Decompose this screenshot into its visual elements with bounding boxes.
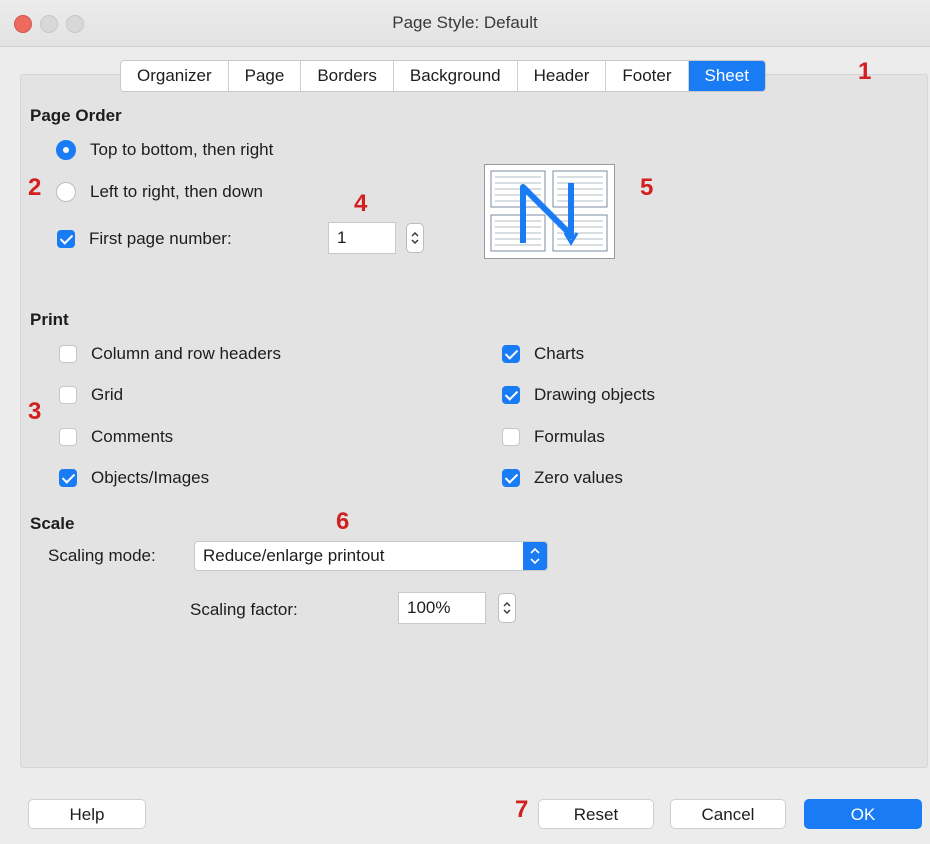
tab-sheet[interactable]: Sheet	[688, 61, 765, 91]
top-to-bottom-option[interactable]: Top to bottom, then right	[56, 138, 273, 162]
scaling-factor-stepper[interactable]	[498, 593, 516, 623]
annotation-3: 3	[28, 398, 42, 425]
first-page-number-stepper[interactable]	[406, 223, 424, 253]
drawing-objects-label: Drawing objects	[534, 385, 655, 404]
annotation-2: 2	[28, 174, 42, 201]
tab-footer[interactable]: Footer	[606, 61, 689, 91]
first-page-number-option[interactable]: First page number:	[57, 227, 232, 251]
first-page-number-field[interactable]: 1	[328, 222, 396, 254]
charts-checkbox[interactable]	[502, 345, 520, 363]
sheet-tab-panel	[20, 74, 928, 768]
select-arrows-icon	[523, 542, 547, 570]
scaling-factor-field[interactable]: 100%	[398, 592, 486, 624]
page-order-preview-image	[484, 164, 615, 259]
first-page-number-label: First page number:	[89, 229, 232, 248]
tab-header[interactable]: Header	[517, 61, 607, 91]
cancel-button[interactable]: Cancel	[670, 799, 786, 829]
objects-images-checkbox[interactable]	[59, 469, 77, 487]
zero-values-label: Zero values	[534, 468, 623, 487]
top-to-bottom-radio[interactable]	[56, 140, 76, 160]
annotation-5: 5	[640, 174, 654, 201]
drawing-objects-checkbox[interactable]	[502, 386, 520, 404]
print-heading: Print	[30, 310, 69, 329]
formulas-label: Formulas	[534, 427, 605, 446]
window-title: Page Style: Default	[392, 13, 538, 32]
print-drawing-objects-option[interactable]: Drawing objects	[502, 383, 655, 407]
scale-heading: Scale	[30, 514, 75, 533]
scaling-factor-label: Scaling factor:	[190, 600, 298, 619]
formulas-checkbox[interactable]	[502, 428, 520, 446]
stepper-arrows-icon	[503, 602, 511, 614]
column-row-headers-label: Column and row headers	[91, 344, 281, 363]
page-order-heading: Page Order	[30, 106, 122, 125]
annotation-7: 7	[515, 796, 529, 823]
charts-label: Charts	[534, 344, 585, 363]
scaling-mode-label: Scaling mode:	[48, 546, 156, 565]
objects-images-label: Objects/Images	[91, 468, 210, 487]
stepper-arrows-icon	[411, 232, 419, 244]
left-to-right-radio[interactable]	[56, 182, 76, 202]
print-formulas-option[interactable]: Formulas	[502, 425, 605, 449]
print-column-row-headers-option[interactable]: Column and row headers	[59, 342, 281, 366]
scaling-mode-value: Reduce/enlarge printout	[203, 546, 385, 565]
zero-values-checkbox[interactable]	[502, 469, 520, 487]
tab-background[interactable]: Background	[393, 61, 518, 91]
title-bar: Page Style: Default	[0, 0, 930, 47]
tab-bar: Organizer Page Borders Background Header…	[120, 60, 766, 92]
scaling-mode-select[interactable]: Reduce/enlarge printout	[194, 541, 548, 571]
print-charts-option[interactable]: Charts	[502, 342, 584, 366]
tab-page[interactable]: Page	[228, 61, 302, 91]
reset-button[interactable]: Reset	[538, 799, 654, 829]
annotation-6: 6	[336, 508, 350, 535]
tab-organizer[interactable]: Organizer	[121, 61, 229, 91]
print-grid-option[interactable]: Grid	[59, 383, 123, 407]
grid-checkbox[interactable]	[59, 386, 77, 404]
comments-label: Comments	[91, 427, 174, 446]
comments-checkbox[interactable]	[59, 428, 77, 446]
print-objects-images-option[interactable]: Objects/Images	[59, 466, 209, 490]
print-zero-values-option[interactable]: Zero values	[502, 466, 623, 490]
annotation-4: 4	[354, 190, 368, 217]
print-comments-option[interactable]: Comments	[59, 425, 173, 449]
column-row-headers-checkbox[interactable]	[59, 345, 77, 363]
left-to-right-label: Left to right, then down	[90, 182, 263, 201]
help-button[interactable]: Help	[28, 799, 146, 829]
first-page-number-checkbox[interactable]	[57, 230, 75, 248]
grid-label: Grid	[91, 385, 124, 404]
annotation-1: 1	[858, 58, 872, 85]
left-to-right-option[interactable]: Left to right, then down	[56, 180, 263, 204]
ok-button[interactable]: OK	[804, 799, 922, 829]
tab-borders[interactable]: Borders	[301, 61, 394, 91]
top-to-bottom-label: Top to bottom, then right	[90, 140, 274, 159]
